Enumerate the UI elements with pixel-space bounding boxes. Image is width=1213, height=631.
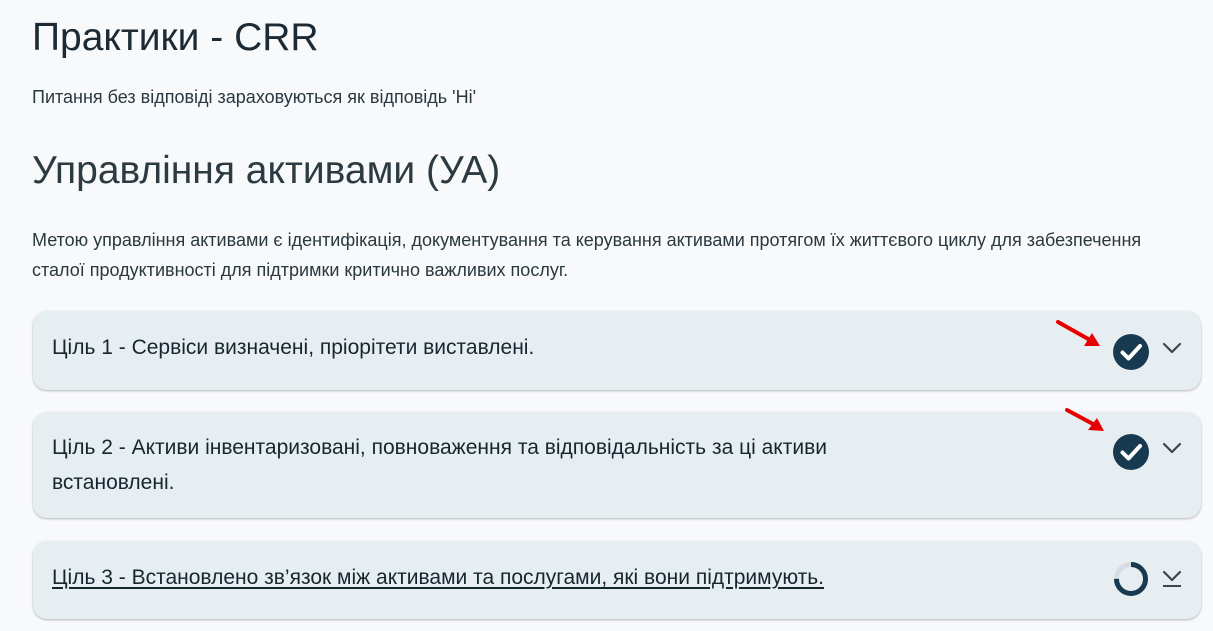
goal-label: Ціль 1 - Сервіси визначені, пріорітети в… [52, 336, 535, 359]
check-circle-icon [1113, 434, 1149, 470]
red-arrow-icon [1056, 320, 1100, 346]
page-title: Практики - CRR [32, 16, 319, 59]
goal-accordion-2[interactable]: Ціль 2 - Активи інвентаризовані, повнова… [33, 412, 1201, 518]
section-description: Метою управління активами є ідентифікаці… [32, 230, 1142, 280]
goal-accordion-1[interactable]: Ціль 1 - Сервіси визначені, пріорітети в… [33, 311, 1201, 390]
unanswered-note: Питання без відповіді зараховуються як в… [32, 87, 477, 107]
chevron-down-icon[interactable] [1160, 336, 1184, 360]
goal-label[interactable]: Ціль 3 - Встановлено зв’язок між активам… [52, 560, 902, 595]
red-arrow-icon [1065, 408, 1104, 431]
progress-ring-icon [1114, 562, 1148, 596]
chevron-down-icon[interactable] [1160, 436, 1184, 460]
page: Практики - CRR Питання без відповіді зар… [0, 0, 1213, 631]
check-circle-icon [1113, 334, 1149, 370]
chevron-down-icon[interactable] [1160, 566, 1184, 590]
section-title: Управління активами (УА) [32, 149, 501, 192]
goal-label: Ціль 2 - Активи інвентаризовані, повнова… [52, 436, 827, 494]
goal-accordion-3[interactable]: Ціль 3 - Встановлено зв’язок між активам… [33, 541, 1201, 619]
